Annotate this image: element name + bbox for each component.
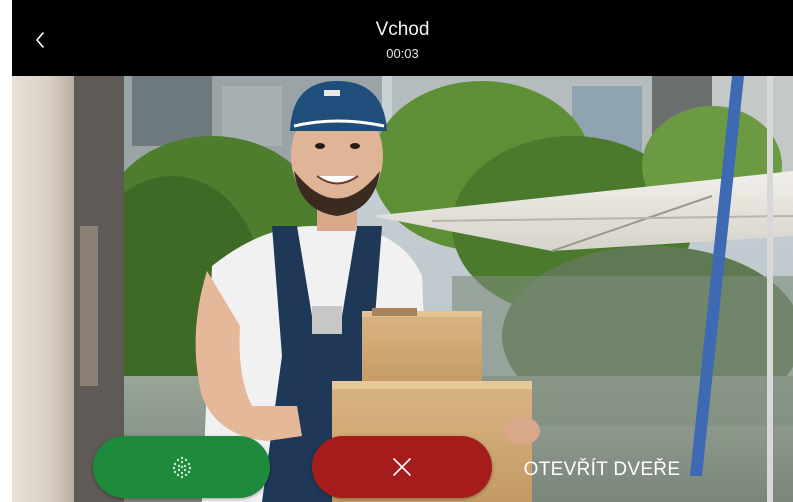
call-timer: 00:03 bbox=[386, 46, 419, 61]
hangup-button[interactable] bbox=[312, 436, 492, 498]
close-icon bbox=[393, 458, 411, 476]
open-door-button[interactable]: OTEVŘÍT DVEŘE bbox=[512, 456, 692, 484]
call-header: Vchod 00:03 bbox=[12, 0, 793, 76]
microphone-button[interactable] bbox=[93, 436, 270, 498]
door-name: Vchod bbox=[375, 19, 430, 40]
intercom-call-screen: Vchod 00:03 OTEVŘÍT DVEŘE bbox=[12, 0, 793, 502]
microphone-grille-icon bbox=[172, 456, 191, 479]
